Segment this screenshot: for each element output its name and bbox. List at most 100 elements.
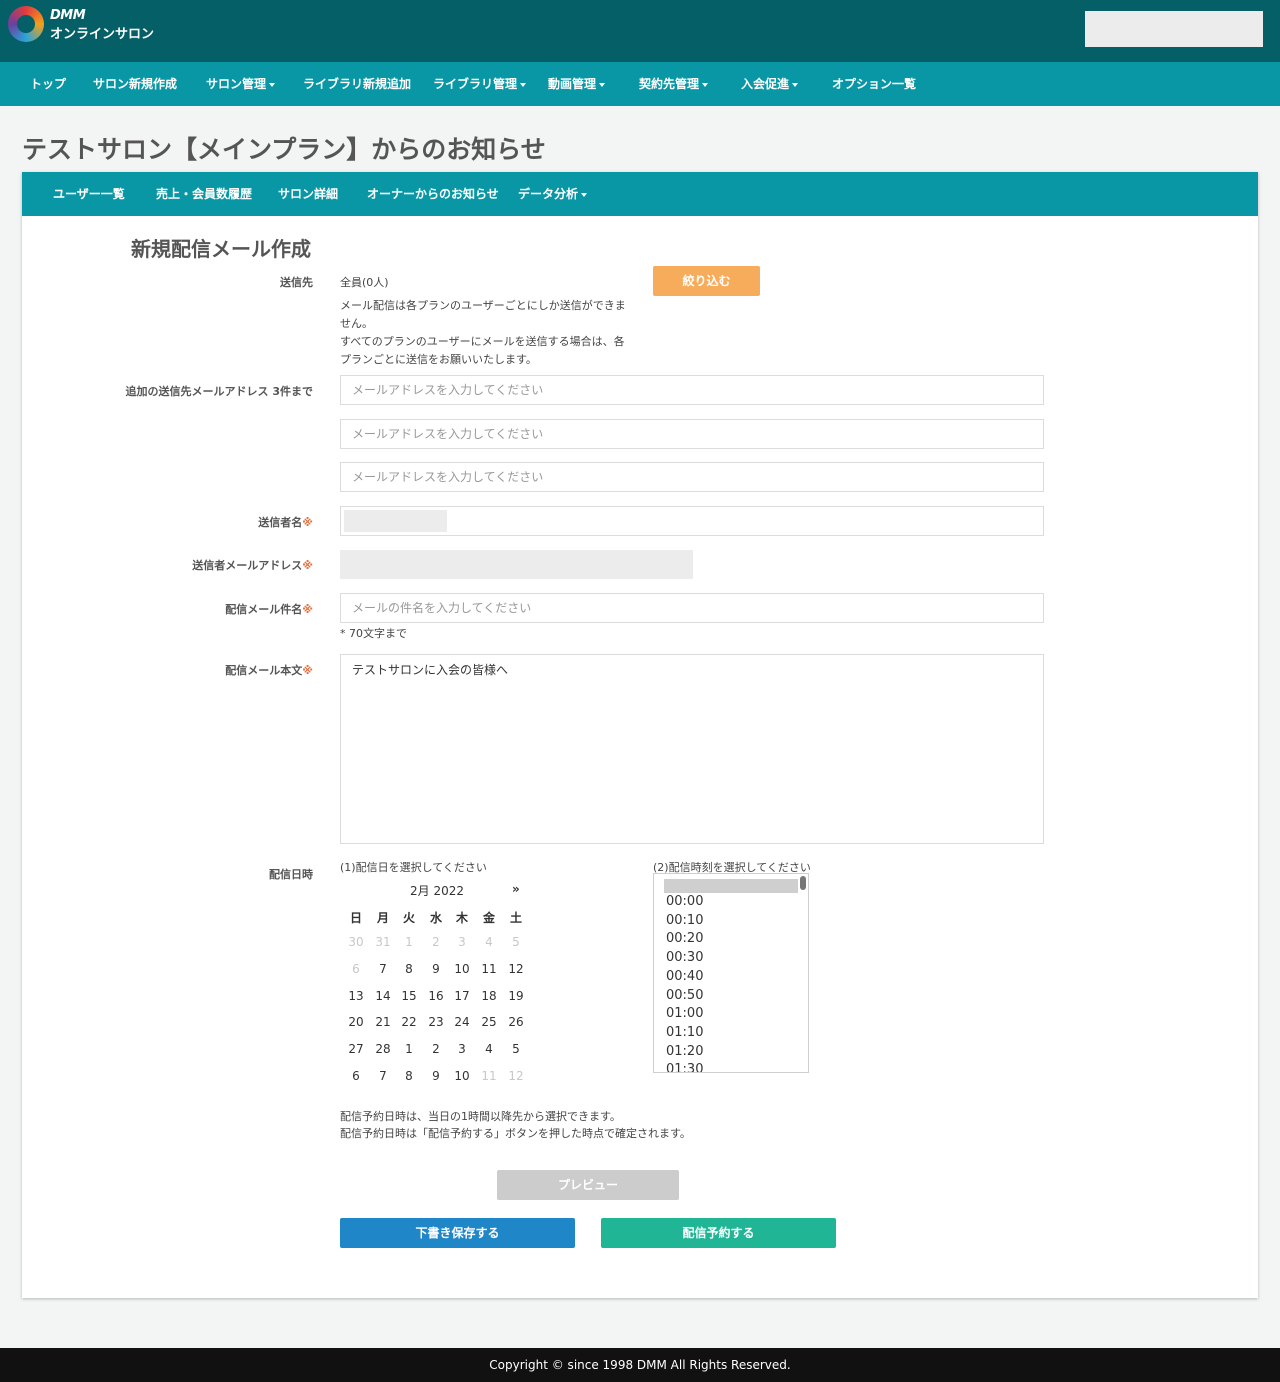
header-bar: DMM オンラインサロン [0, 0, 1280, 62]
tab-salon-detail[interactable]: サロン詳細 [278, 172, 338, 216]
calendar-day[interactable]: 2 [423, 1042, 449, 1056]
account-area[interactable] [1085, 11, 1263, 47]
time-option[interactable]: 00:40 [666, 969, 703, 984]
logo-text: DMM [50, 8, 86, 23]
nav-salon-manage[interactable]: サロン管理 [206, 62, 276, 106]
calendar-day[interactable]: 6 [343, 1069, 369, 1083]
calendar-day: 4 [485, 935, 493, 949]
calendar-weekday: 火 [402, 911, 415, 925]
nav-top[interactable]: トップ [30, 62, 66, 106]
calendar-next-icon[interactable]: » [512, 882, 520, 896]
calendar-month: 2月 2022 [410, 884, 464, 898]
calendar-day[interactable]: 7 [370, 1069, 396, 1083]
calendar-day[interactable]: 17 [449, 989, 475, 1003]
note-line: 配信予約日時は「配信予約する」ボタンを押した時点で確定されます。 [340, 1127, 691, 1140]
calendar-day[interactable]: 24 [449, 1015, 475, 1029]
filter-button[interactable]: 絞り込む [653, 266, 760, 296]
tab-user-list[interactable]: ユーザー一覧 [53, 172, 125, 216]
calendar-day: 2 [432, 935, 440, 949]
sender-name-label: 送信者名※ [258, 516, 313, 529]
caret-down-icon [702, 82, 709, 87]
calendar-day[interactable]: 9 [423, 1069, 449, 1083]
tab-data-analysis[interactable]: データ分析 [518, 172, 588, 216]
tab-sales-history[interactable]: 売上・会員数履歴 [156, 172, 252, 216]
time-option[interactable]: 00:00 [666, 894, 703, 909]
scrollbar-thumb[interactable] [800, 876, 806, 890]
calendar-day[interactable]: 25 [476, 1015, 502, 1029]
nav-salon-new[interactable]: サロン新規作成 [93, 62, 177, 106]
nav-options[interactable]: オプション一覧 [832, 62, 916, 106]
calendar-weekday: 金 [482, 911, 495, 925]
time-option[interactable]: 00:10 [666, 913, 703, 928]
time-select-list[interactable]: 00:00 00:10 00:20 00:30 00:40 00:50 01:00 01:10… [653, 873, 809, 1073]
sub-nav: ユーザー一覧 売上・会員数履歴 サロン詳細 オーナーからのお知らせ データ分析 [22, 172, 1258, 216]
schedule-notes: 配信予約日時は、当日の1時間以降先から選択できます。 配信予約日時は「配信予約す… [340, 1108, 691, 1142]
note-line: すべてのプランのユーザーにメールを送信する場合は、各 [340, 335, 625, 348]
save-draft-button[interactable]: 下書き保存する [340, 1218, 575, 1248]
calendar-day[interactable]: 1 [396, 1042, 422, 1056]
calendar-day[interactable]: 7 [370, 962, 396, 976]
extra-email-input-2[interactable]: メールアドレスを入力してください [340, 419, 1044, 449]
time-option[interactable]: 00:50 [666, 988, 703, 1003]
nav-library-manage[interactable]: ライブラリ管理 [433, 62, 527, 106]
calendar-day[interactable]: 26 [503, 1015, 529, 1029]
schedule-send-button[interactable]: 配信予約する [601, 1218, 836, 1248]
time-option[interactable]: 01:10 [666, 1025, 703, 1040]
calendar-day: 31 [375, 935, 391, 949]
calendar-day[interactable]: 11 [476, 962, 502, 976]
body-textarea[interactable]: テストサロンに入会の皆様へ [340, 654, 1044, 844]
calendar-day[interactable]: 13 [343, 989, 369, 1003]
subject-input[interactable]: メールの件名を入力してください [340, 593, 1044, 623]
caret-down-icon [520, 82, 527, 87]
time-option[interactable]: 01:30 [666, 1062, 703, 1072]
tab-owner-notice[interactable]: オーナーからのお知らせ [367, 172, 499, 216]
subject-hint: * 70文字まで [340, 627, 407, 640]
caret-down-icon [581, 192, 588, 197]
footer: Copyright © since 1998 DMM All Rights Re… [0, 1348, 1280, 1382]
extra-email-input-3[interactable]: メールアドレスを入力してください [340, 462, 1044, 492]
calendar-day[interactable]: 23 [423, 1015, 449, 1029]
sender-email-label: 送信者メールアドレス※ [192, 559, 313, 572]
calendar-day[interactable]: 15 [396, 989, 422, 1003]
calendar-day[interactable]: 21 [370, 1015, 396, 1029]
calendar-day[interactable]: 8 [396, 962, 422, 976]
calendar-day[interactable]: 18 [476, 989, 502, 1003]
preview-button[interactable]: プレビュー [497, 1170, 679, 1200]
time-option[interactable]: 01:00 [666, 1006, 703, 1021]
dmm-logo[interactable]: DMM オンラインサロン [8, 6, 158, 46]
calendar-day[interactable]: 10 [449, 962, 475, 976]
calendar-day[interactable]: 10 [449, 1069, 475, 1083]
calendar-day[interactable]: 8 [396, 1069, 422, 1083]
logo-subtitle: オンラインサロン [50, 27, 155, 42]
body-label: 配信メール本文※ [225, 664, 313, 677]
date-prompt: (1)配信日を選択してください [340, 861, 487, 874]
sender-name-value-redacted [344, 510, 447, 532]
nav-promotion[interactable]: 入会促進 [741, 62, 799, 106]
extra-email-input-1[interactable]: メールアドレスを入力してください [340, 375, 1044, 405]
caret-down-icon [792, 82, 799, 87]
nav-video-manage[interactable]: 動画管理 [548, 62, 606, 106]
subject-label: 配信メール件名※ [225, 603, 313, 616]
calendar-day[interactable]: 27 [343, 1042, 369, 1056]
calendar-day[interactable]: 19 [503, 989, 529, 1003]
calendar-day[interactable]: 20 [343, 1015, 369, 1029]
caret-down-icon [269, 82, 276, 87]
time-selected-redacted [664, 879, 798, 893]
time-option[interactable]: 00:20 [666, 931, 703, 946]
calendar-day[interactable]: 14 [370, 989, 396, 1003]
calendar-day[interactable]: 3 [449, 1042, 475, 1056]
calendar-day[interactable]: 16 [423, 989, 449, 1003]
time-option[interactable]: 01:20 [666, 1044, 703, 1059]
calendar-day[interactable]: 12 [503, 962, 529, 976]
calendar-day[interactable]: 5 [503, 1042, 529, 1056]
required-mark: ※ [302, 664, 313, 677]
calendar-day[interactable]: 9 [423, 962, 449, 976]
content-panel: ユーザー一覧 売上・会員数履歴 サロン詳細 オーナーからのお知らせ データ分析 … [22, 172, 1258, 1298]
calendar-day[interactable]: 22 [396, 1015, 422, 1029]
calendar-day[interactable]: 4 [476, 1042, 502, 1056]
nav-library-new[interactable]: ライブラリ新規追加 [303, 62, 411, 106]
nav-contract-manage[interactable]: 契約先管理 [639, 62, 709, 106]
note-line: プランごとに送信をお願いいたします。 [340, 353, 537, 366]
calendar-day[interactable]: 28 [370, 1042, 396, 1056]
time-option[interactable]: 00:30 [666, 950, 703, 965]
